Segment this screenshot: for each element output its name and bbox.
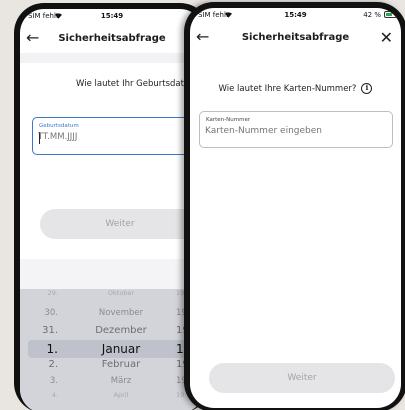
weiter-button[interactable]: Weiter [209, 363, 395, 393]
battery-percent: 42 % [363, 11, 381, 19]
info-icon[interactable]: i [361, 83, 373, 94]
picker-month: März [110, 376, 132, 386]
card-number-field[interactable]: Karten-Nummer [199, 111, 393, 148]
picker-day: 29. [47, 289, 58, 297]
picker-row[interactable]: 30. November 19 [20, 308, 204, 324]
picker-toolbar [20, 259, 204, 289]
birthdate-field-label: Geburtsdatum [39, 123, 79, 129]
picker-day: 30. [44, 308, 58, 318]
birthdate-screen: SIM fehlt 15:49 ← Sicherheitsabfrage Wie… [20, 9, 204, 410]
birthdate-input[interactable] [38, 132, 204, 142]
page-title: Sicherheitsabfrage [58, 33, 166, 44]
date-picker-wheel[interactable]: 29. Oktober 19 30. November 19 31. Dezember 19 1.… [20, 289, 204, 410]
picker-row[interactable]: 1.Januar19 [20, 342, 204, 358]
nav-bar: ← Sicherheitsabfrage [20, 27, 204, 51]
picker-row[interactable]: 4. April 19 [20, 391, 204, 407]
picker-day: 1. [46, 342, 58, 356]
picker-day: 4. [51, 391, 58, 399]
picker-month: November [98, 308, 144, 318]
page-title: Sicherheitsabfrage [241, 32, 350, 43]
picker-row[interactable]: 2. Februar 19 [20, 359, 204, 375]
clock: 15:49 [100, 12, 124, 20]
picker-month: Februar [101, 359, 141, 370]
picker-row[interactable]: 3. März 19 [20, 376, 204, 392]
card-number-question-text: Wie lautet Ihre Karten-Nummer? [218, 84, 357, 94]
picker-month: Januar [101, 342, 141, 356]
card-number-field-label: Karten-Nummer [206, 117, 251, 123]
birthdate-question: Wie lautet Ihr Geburtsdatum [76, 79, 198, 89]
header-divider [20, 53, 204, 63]
birthdate-field[interactable]: Geburtsdatum [32, 117, 204, 155]
picker-month: April [113, 391, 129, 399]
battery-icon [384, 11, 397, 18]
picker-month: Oktober [107, 289, 135, 297]
picker-row[interactable]: 29. Oktober 19 [20, 289, 204, 305]
phone-front: SIM fehlt 15:49 42 % ← Sicherheitsabfrag… [184, 2, 405, 410]
nav-bar: ← Sicherheitsabfrage ✕ [190, 26, 401, 50]
weiter-button[interactable]: Weiter [40, 209, 200, 239]
picker-day: 31. [42, 325, 58, 336]
phone-back: SIM fehlt 15:49 ← Sicherheitsabfrage Wie… [14, 3, 210, 410]
picker-day: 2. [48, 359, 58, 370]
status-bar: SIM fehlt 15:49 [20, 9, 204, 25]
picker-day: 3. [49, 376, 58, 386]
card-number-question: Wie lautet Ihre Karten-Nummer? i [190, 83, 401, 94]
status-bar: SIM fehlt 15:49 42 % [190, 8, 401, 24]
card-number-input[interactable] [205, 126, 385, 136]
picker-row[interactable]: 31. Dezember 19 [20, 325, 204, 341]
close-icon[interactable]: ✕ [380, 28, 393, 48]
picker-month: Dezember [95, 325, 147, 336]
card-number-screen: SIM fehlt 15:49 42 % ← Sicherheitsabfrag… [190, 8, 401, 408]
